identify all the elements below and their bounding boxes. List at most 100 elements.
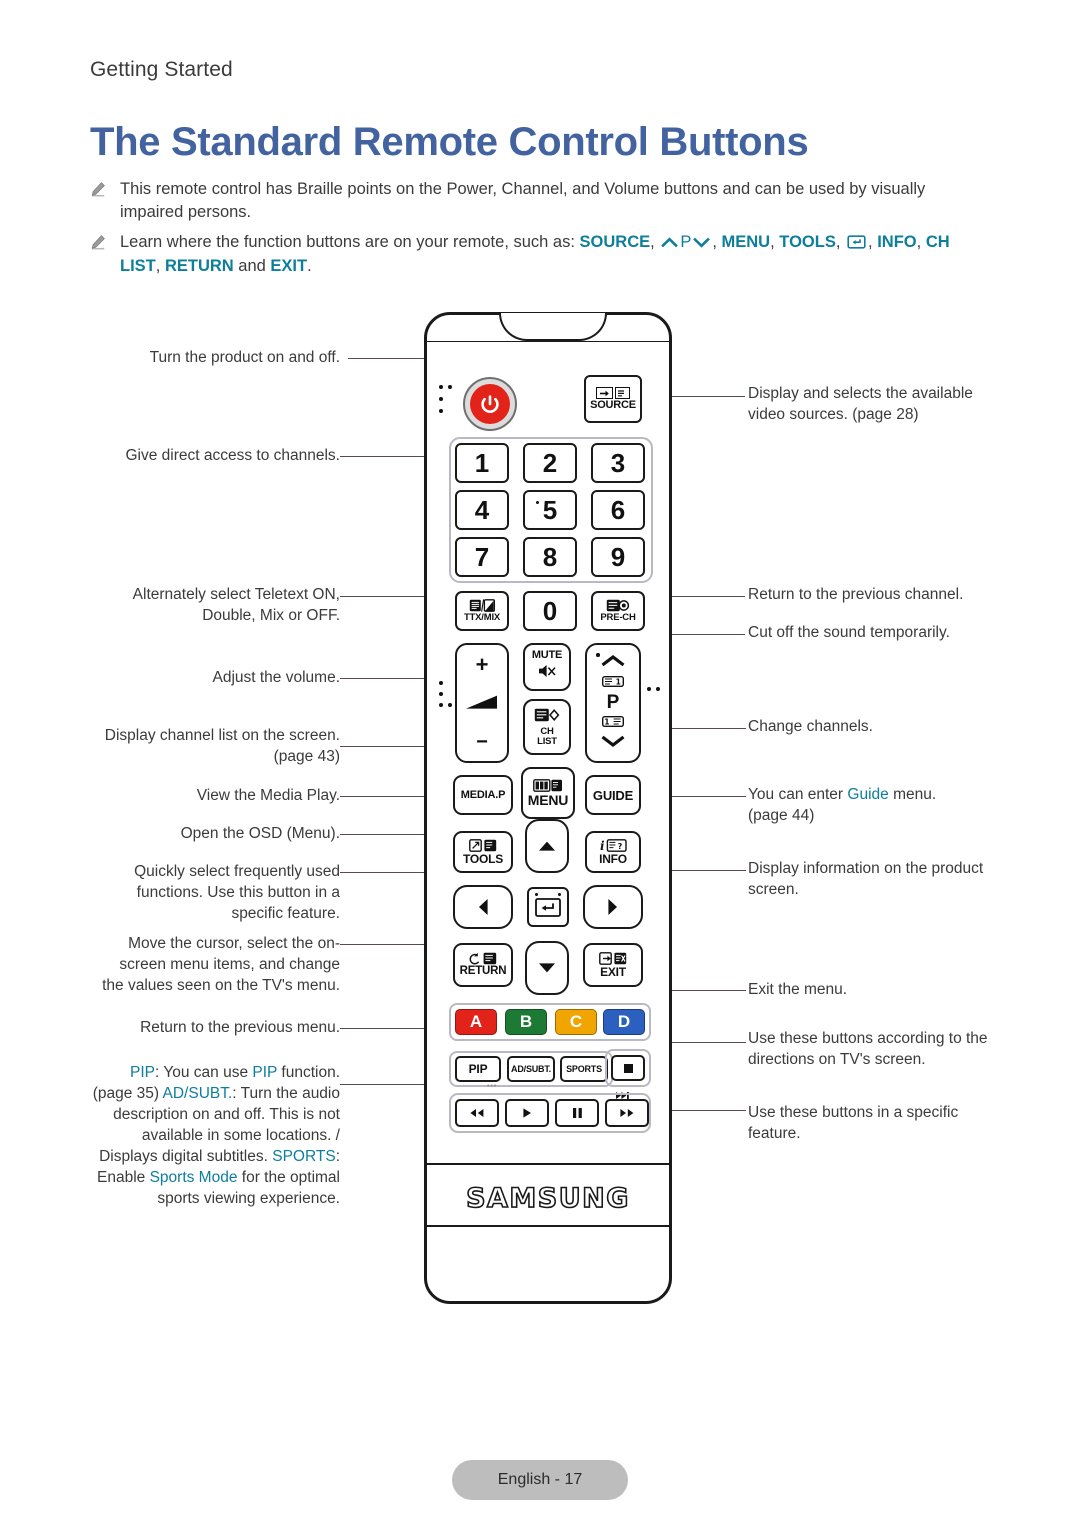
exit-button[interactable]: EXIT [583,943,643,987]
pencil-icon [90,231,120,255]
pause-button[interactable] [555,1099,599,1127]
arrow-right-icon [608,899,617,915]
enter-button[interactable] [527,887,569,927]
term-info: INFO [877,232,917,251]
number-7-button[interactable]: 7 [455,537,509,577]
fast-forward-button[interactable] [605,1099,649,1127]
page-footer: English - 17 [452,1460,628,1500]
ad-subt-button[interactable]: AD/SUBT. [507,1056,555,1082]
power-button[interactable] [463,377,517,431]
braille-dot-enter-right [557,893,561,897]
menu-label: MENU [527,792,569,808]
note-item: Learn where the function buttons are on … [90,231,980,279]
leader-power [348,358,430,359]
number-2-button[interactable]: 2 [523,443,577,483]
callout-tools: Quickly select frequently used functions… [134,863,340,922]
play-button[interactable] [505,1099,549,1127]
braille-marks-media: ••• [487,1083,498,1090]
mute-button[interactable]: MUTE [523,643,571,691]
term-tools: TOOLS [779,232,836,251]
number-9-button[interactable]: 9 [591,537,645,577]
fast-forward-icon [620,1109,634,1117]
tools-button[interactable]: TOOLS [453,831,513,873]
number-3-button[interactable]: 3 [591,443,645,483]
pip-button[interactable]: PIP [455,1056,501,1082]
callout-power: Turn the product on and off. [149,349,340,366]
ttx-mix-button[interactable]: TTX/MIX [455,591,509,631]
callout-return: Return to the previous menu. [140,1019,340,1036]
svg-text:1: 1 [616,677,621,686]
callout-volume: Adjust the volume. [212,669,340,686]
sports-label: SPORTS [566,1063,602,1074]
term-source: SOURCE [579,232,651,251]
note2-conjunction: and [238,257,266,276]
dpad-right-button[interactable] [583,885,643,929]
page-title: The Standard Remote Control Buttons [90,120,809,164]
mute-label: MUTE [531,649,563,661]
number-1-button[interactable]: 1 [455,443,509,483]
guide-button[interactable]: GUIDE [585,775,641,815]
adsubt-label: AD/SUBT. [162,1084,233,1102]
arrow-left-icon [479,899,488,915]
sports-label: SPORTS [272,1147,336,1165]
rewind-icon [470,1109,484,1117]
callout-mediap: View the Media Play. [196,787,340,804]
number-5-label: 5 [542,494,558,525]
menu-button[interactable]: MENU [521,767,575,819]
volume-button[interactable]: + − [455,643,509,763]
guide-term: Guide [847,786,889,803]
term-menu: MENU [721,232,771,251]
braille-dot-channel [596,653,600,657]
braille-dot-5 [536,501,540,505]
source-label: SOURCE [590,399,636,411]
volume-up-label: + [475,652,489,677]
color-button-d[interactable]: D [603,1009,645,1035]
media-p-button[interactable]: MEDIA.P [453,775,513,815]
menu-icon [533,779,563,792]
note-item: This remote control has Braille points o… [90,178,980,224]
channel-down-icon [600,734,626,752]
callout-exit: Exit the menu. [748,981,848,998]
svg-text:1: 1 [604,718,609,727]
pip-term: PIP [252,1064,278,1081]
info-button[interactable]: i ? INFO [585,831,641,873]
color-button-b[interactable]: B [505,1009,547,1035]
term-p: P [680,232,692,251]
arrow-down-icon [539,963,555,973]
remote-control-diagram: SOURCE 1 2 3 4 5 6 7 8 9 TTX/MIX 0 PRE-C… [424,312,672,1304]
callout-guide: You can enter Guide menu. (page 44) [748,785,966,827]
return-button[interactable]: RETURN [453,943,513,987]
number-0-button[interactable]: 0 [523,591,577,631]
note2-terminator: . [307,257,312,276]
ch-list-button[interactable]: CH LIST [523,699,571,755]
source-button[interactable]: SOURCE [584,375,642,423]
source-icons [596,387,630,399]
brand-divider-bottom [427,1225,669,1227]
number-8-button[interactable]: 8 [523,537,577,577]
callout-prech: Return to the previous channel. [748,586,964,603]
teletext-icons [469,599,495,613]
term-return: RETURN [164,257,234,276]
dpad-left-button[interactable] [453,885,513,929]
dpad-up-button[interactable] [525,819,569,873]
sports-button[interactable]: SPORTS [560,1056,608,1082]
pip-label: PIP [130,1064,155,1081]
chevron-down-icon [693,233,711,256]
dpad-down-button[interactable] [525,941,569,995]
rewind-button[interactable] [455,1099,499,1127]
stop-button[interactable] [611,1055,645,1081]
color-button-c[interactable]: C [555,1009,597,1035]
exit-icon [599,952,627,965]
color-button-a[interactable]: A [455,1009,497,1035]
number-5-button[interactable]: 5 [523,490,577,530]
stop-icon [623,1063,633,1073]
footer-label: English - 17 [497,1471,583,1488]
volume-down-label: − [476,731,488,753]
callout-menu: Open the OSD (Menu). [180,825,340,842]
number-6-button[interactable]: 6 [591,490,645,530]
pre-ch-button[interactable]: PRE-CH [591,591,645,631]
volume-wedge-icon [465,694,499,715]
channel-button[interactable]: 1 P 1 [585,643,641,763]
number-4-button[interactable]: 4 [455,490,509,530]
braille-dots-power [439,385,461,419]
